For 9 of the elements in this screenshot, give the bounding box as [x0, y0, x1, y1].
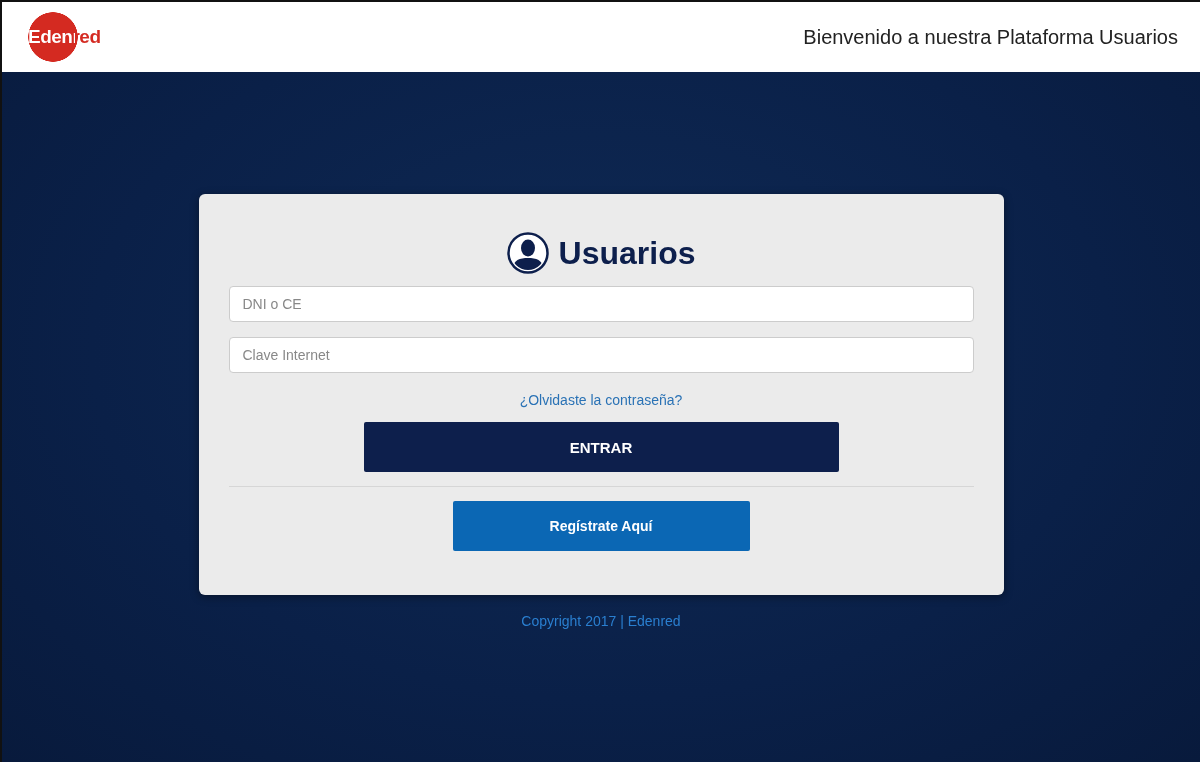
register-button[interactable]: Regístrate Aquí: [452, 501, 750, 551]
copyright-text: Copyright 2017 | Edenred: [521, 613, 681, 629]
forgot-password-link[interactable]: ¿Olvidaste la contraseña?: [519, 392, 683, 408]
input-field[interactable]: Clave Internet: [228, 337, 974, 373]
user-icon: [506, 232, 549, 274]
input-field[interactable]: DNI o CE: [228, 286, 974, 322]
login-title: Usuarios: [558, 234, 696, 272]
welcome-text: Bienvenido a nuestra Plataforma Usuarios: [803, 25, 1178, 49]
submit-button[interactable]: ENTRAR: [363, 422, 839, 472]
